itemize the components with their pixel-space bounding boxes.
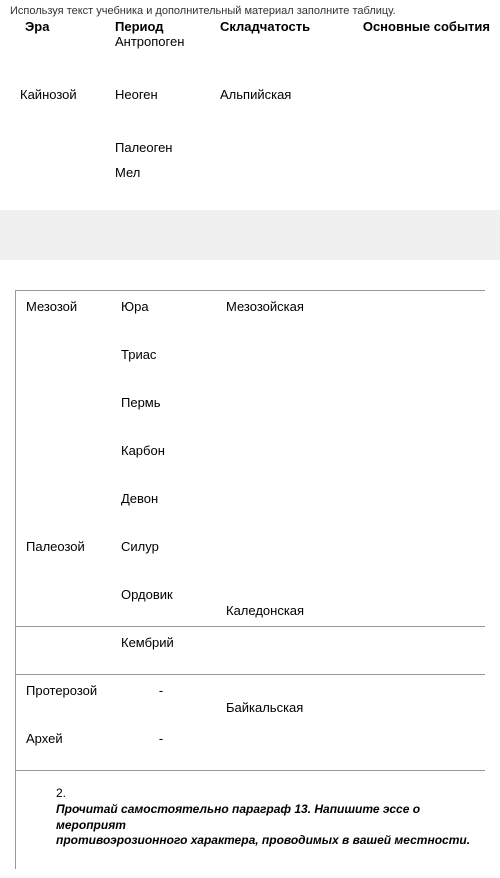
table-row: Кайнозой Неоген Альпийская bbox=[10, 87, 490, 102]
era-cell: Кайнозой bbox=[10, 87, 115, 102]
era-cell: Палеозой bbox=[16, 539, 121, 554]
fold-cell: Каледонская bbox=[226, 603, 356, 618]
table-row: Девон bbox=[16, 483, 485, 531]
fold-cell bbox=[220, 165, 350, 180]
table-row: ПалеозойСилур bbox=[16, 531, 485, 579]
era-cell bbox=[10, 165, 115, 180]
task-number: 2. bbox=[56, 786, 475, 800]
instruction-text: Используя текст учебника и дополнительны… bbox=[10, 5, 490, 17]
fold-cell bbox=[220, 140, 350, 155]
header-era: Эра bbox=[10, 19, 115, 34]
fold-cell bbox=[220, 34, 350, 49]
bottom-table-section: МезозойЮраМезозойская Триас Пермь Карбон Дев… bbox=[15, 290, 485, 869]
fold-cell: Байкальская bbox=[226, 700, 356, 715]
table-row: Пермь bbox=[16, 387, 485, 435]
table-header-row: Эра Период Складчатость Основные события bbox=[10, 19, 490, 34]
table-row: Триас bbox=[16, 339, 485, 387]
period-cell: Мел bbox=[115, 165, 220, 180]
era-cell: Протерозой bbox=[16, 683, 121, 698]
period-cell: - bbox=[121, 683, 226, 698]
era-cell bbox=[10, 34, 115, 49]
table-row: Мел bbox=[10, 165, 490, 180]
fold-cell: Мезозойская bbox=[226, 299, 356, 314]
table-row: МезозойЮраМезозойская bbox=[16, 291, 485, 339]
table-row: Архей- bbox=[16, 723, 485, 771]
table-row: Протерозой-Байкальская bbox=[16, 675, 485, 723]
table-row: Антропоген bbox=[10, 34, 490, 49]
period-cell: Триас bbox=[121, 347, 226, 362]
period-cell: Девон bbox=[121, 491, 226, 506]
period-cell: Палеоген bbox=[115, 140, 220, 155]
period-cell: Пермь bbox=[121, 395, 226, 410]
period-cell: Силур bbox=[121, 539, 226, 554]
section-gap bbox=[0, 210, 500, 260]
table-row: ОрдовикКаледонская bbox=[16, 579, 485, 627]
period-cell: - bbox=[121, 731, 226, 746]
period-cell: Кембрий bbox=[121, 635, 226, 650]
header-fold: Складчатость bbox=[220, 19, 350, 34]
period-cell: Юра bbox=[121, 299, 226, 314]
period-cell: Карбон bbox=[121, 443, 226, 458]
table-row: Палеоген bbox=[10, 140, 490, 155]
era-cell bbox=[10, 140, 115, 155]
period-cell: Ордовик bbox=[121, 587, 226, 602]
period-cell: Неоген bbox=[115, 87, 220, 102]
header-period: Период bbox=[115, 19, 220, 34]
table-row: Карбон bbox=[16, 435, 485, 483]
table-row: Кембрий bbox=[16, 627, 485, 675]
header-events: Основные события bbox=[350, 19, 490, 34]
top-table-section: Используя текст учебника и дополнительны… bbox=[0, 0, 500, 200]
task-text-line: противоэрозионного характера, проводимых… bbox=[56, 833, 475, 849]
task-section: 2. Прочитай самостоятельно параграф 13. … bbox=[16, 771, 485, 869]
period-cell: Антропоген bbox=[115, 34, 220, 49]
era-cell: Мезозой bbox=[16, 299, 121, 314]
task-text-line: Прочитай самостоятельно параграф 13. Нап… bbox=[56, 802, 475, 833]
fold-cell: Альпийская bbox=[220, 87, 350, 102]
era-cell: Архей bbox=[16, 731, 121, 746]
